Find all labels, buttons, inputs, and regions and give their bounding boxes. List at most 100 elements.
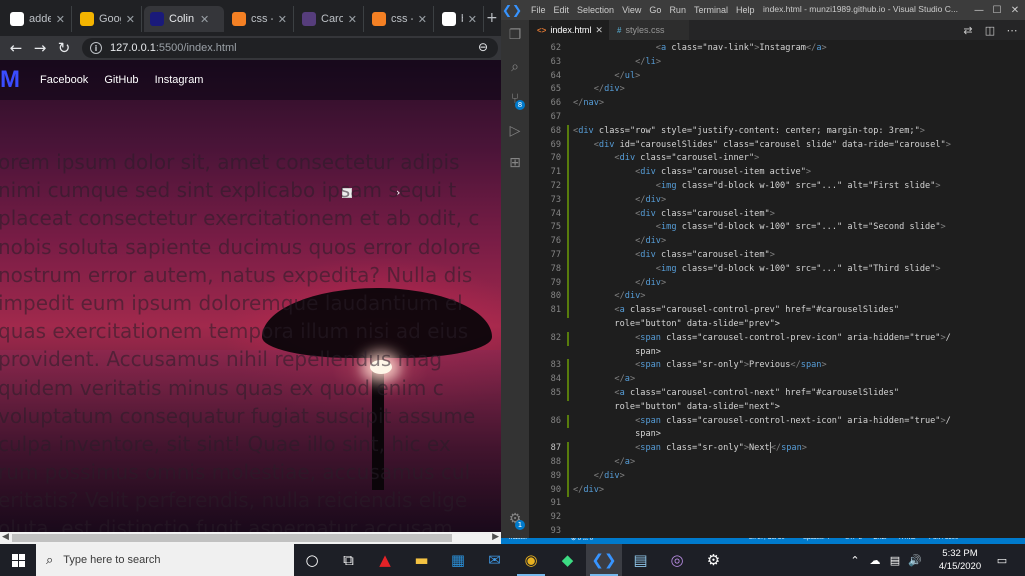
acrobat-icon[interactable]: ▲ bbox=[367, 544, 403, 576]
code-line[interactable]: 63 </li> bbox=[529, 56, 1025, 70]
code-line[interactable]: 86 <span class="carousel-control-next-ic… bbox=[529, 414, 1025, 429]
mail-icon[interactable]: ✉ bbox=[477, 544, 513, 576]
site-info-icon[interactable]: i bbox=[90, 42, 102, 54]
browser-tab[interactable]: css - B ✕ bbox=[226, 6, 294, 32]
code-line[interactable]: 84 </a> bbox=[529, 373, 1025, 387]
code-line[interactable]: 90 </div> bbox=[529, 483, 1025, 498]
nav-link-facebook[interactable]: Facebook bbox=[40, 74, 88, 86]
code-line[interactable]: 85 <a class="carousel-control-next" href… bbox=[529, 387, 1025, 401]
cortana-icon[interactable]: ○ bbox=[294, 544, 330, 576]
back-button[interactable]: ← bbox=[6, 38, 26, 58]
menu-file[interactable]: File bbox=[531, 5, 546, 15]
scrollbar-thumb[interactable] bbox=[12, 534, 452, 542]
code-line[interactable]: role="button" data-slide="prev"> bbox=[529, 318, 1025, 332]
chrome-icon[interactable]: ◉ bbox=[513, 544, 549, 576]
code-line[interactable]: 73 </div> bbox=[529, 193, 1025, 208]
tab-close-icon[interactable]: ✕ bbox=[126, 13, 135, 26]
show-hidden-icons-icon[interactable]: ⌃ bbox=[848, 544, 862, 576]
nav-link-github[interactable]: GitHub bbox=[104, 74, 138, 86]
search-icon[interactable]: ⌕ bbox=[506, 58, 524, 76]
reload-button[interactable]: ↻ bbox=[54, 38, 74, 58]
status-item[interactable]: master* bbox=[509, 538, 530, 541]
tab-index-html[interactable]: <> index.html ✕ bbox=[529, 20, 609, 40]
scroll-right-icon[interactable]: ▶ bbox=[492, 532, 499, 542]
browser-tab[interactable]: Carous ✕ bbox=[296, 6, 364, 32]
code-line[interactable]: 64 </ul> bbox=[529, 70, 1025, 84]
editor-scrollbar[interactable] bbox=[1011, 40, 1025, 538]
code-line[interactable]: 72 <img class="d-block w-100" src="..." … bbox=[529, 180, 1025, 194]
store-icon[interactable]: ▦ bbox=[440, 544, 476, 576]
extensions-icon[interactable]: ⊞ bbox=[506, 154, 524, 172]
status-item[interactable]: Ln 87, Col 50 bbox=[749, 538, 785, 541]
forward-button[interactable]: → bbox=[30, 38, 50, 58]
browser-tab[interactable]: added ✕ bbox=[4, 6, 72, 32]
code-line[interactable]: 80 </div> bbox=[529, 290, 1025, 305]
code-line[interactable]: 70 <div class="carousel-inner"> bbox=[529, 152, 1025, 167]
volume-icon[interactable]: 🔊 bbox=[906, 544, 924, 576]
code-line[interactable]: 93 bbox=[529, 525, 1025, 538]
file-explorer-icon[interactable]: ▬ bbox=[404, 544, 440, 576]
code-line[interactable]: 74 <div class="carousel-item"> bbox=[529, 207, 1025, 222]
code-line[interactable]: 81 <a class="carousel-control-prev" href… bbox=[529, 304, 1025, 318]
android-studio-icon[interactable]: ◆ bbox=[550, 544, 586, 576]
browser-tab[interactable]: boo ✕ bbox=[436, 6, 484, 32]
code-line[interactable]: 67 bbox=[529, 111, 1025, 125]
menu-help[interactable]: Help bbox=[736, 5, 755, 15]
menu-go[interactable]: Go bbox=[649, 5, 661, 15]
code-line[interactable]: 66 </nav> bbox=[529, 97, 1025, 111]
notifications-icon[interactable]: ▭ bbox=[992, 544, 1012, 576]
status-item[interactable]: Port : 5500 bbox=[929, 538, 958, 541]
status-item[interactable]: CRLF bbox=[873, 538, 889, 541]
open-changes-icon[interactable]: ⇄ bbox=[961, 23, 975, 37]
code-line[interactable]: 75 <img class="d-block w-100" src="..." … bbox=[529, 221, 1025, 236]
code-line[interactable]: 82 <span class="carousel-control-prev-ic… bbox=[529, 331, 1025, 346]
code-line[interactable]: 71 <div class="carousel-item active"> bbox=[529, 166, 1025, 180]
horizontal-scrollbar[interactable]: ◀ ▶ bbox=[0, 532, 501, 544]
code-line[interactable]: 78 <img class="d-block w-100" src="..." … bbox=[529, 262, 1025, 277]
browser-tab[interactable]: css - N ✕ bbox=[366, 6, 434, 32]
address-bar[interactable]: i 127.0.0.1:5500/index.html ⊖ bbox=[82, 38, 498, 58]
onedrive-icon[interactable]: ☁ bbox=[866, 544, 884, 576]
run-debug-icon[interactable]: ▷ bbox=[506, 122, 524, 140]
code-line[interactable]: 92 bbox=[529, 511, 1025, 525]
code-line[interactable]: 87 <span class="sr-only">Next</span> bbox=[529, 442, 1025, 456]
code-line[interactable]: 65 </div> bbox=[529, 83, 1025, 97]
code-line[interactable]: 77 <div class="carousel-item"> bbox=[529, 249, 1025, 263]
teams-icon[interactable]: ◎ bbox=[659, 544, 695, 576]
menu-terminal[interactable]: Terminal bbox=[694, 5, 728, 15]
menu-selection[interactable]: Selection bbox=[577, 5, 614, 15]
code-line[interactable]: 89 </div> bbox=[529, 469, 1025, 484]
code-line[interactable]: span> bbox=[529, 428, 1025, 442]
code-line[interactable]: role="button" data-slide="next"> bbox=[529, 401, 1025, 415]
split-editor-icon[interactable]: ◫ bbox=[983, 23, 997, 37]
code-line[interactable]: 68 <div class="row" style="justify-conten… bbox=[529, 124, 1025, 139]
tab-close-icon[interactable]: ✕ bbox=[56, 13, 65, 26]
start-button[interactable] bbox=[0, 544, 36, 576]
browser-tab[interactable]: Colin N ✕ bbox=[144, 6, 224, 32]
minimize-button[interactable]: — bbox=[969, 2, 989, 18]
menu-edit[interactable]: Edit bbox=[554, 5, 570, 15]
tab-close-icon[interactable]: ✕ bbox=[348, 13, 357, 26]
new-tab-button[interactable]: + bbox=[486, 10, 500, 26]
site-logo[interactable]: M bbox=[0, 68, 22, 92]
tab-styles-css[interactable]: # styles.css bbox=[609, 20, 689, 40]
code-line[interactable]: 62 <a class="nav-link">Instagram</a> bbox=[529, 42, 1025, 56]
code-line[interactable]: 69 <div id="carouselSlides" class="carou… bbox=[529, 138, 1025, 153]
code-line[interactable]: 79 </div> bbox=[529, 276, 1025, 291]
code-line[interactable]: 88 </a> bbox=[529, 456, 1025, 470]
menu-view[interactable]: View bbox=[622, 5, 641, 15]
settings-icon[interactable]: ⚙ bbox=[696, 544, 732, 576]
maximize-button[interactable]: ☐ bbox=[987, 2, 1007, 18]
nav-link-instagram[interactable]: Instagram bbox=[155, 74, 204, 86]
more-actions-icon[interactable]: ⋯ bbox=[1005, 23, 1019, 37]
tab-close-icon[interactable]: ✕ bbox=[200, 13, 209, 26]
tab-close-icon[interactable]: ✕ bbox=[278, 13, 287, 26]
network-icon[interactable]: ▤ bbox=[886, 544, 904, 576]
code-editor[interactable]: 62 <a class="nav-link">Instagram</a> 63 <… bbox=[529, 40, 1025, 538]
taskbar-search[interactable]: ⌕ Type here to search bbox=[36, 544, 294, 576]
code-line[interactable]: 83 <span class="sr-only">Previous</span> bbox=[529, 359, 1025, 374]
status-item[interactable]: HTML bbox=[899, 538, 915, 541]
scroll-left-icon[interactable]: ◀ bbox=[2, 532, 9, 542]
code-line[interactable]: 76 </div> bbox=[529, 235, 1025, 249]
notepad-icon[interactable]: ▤ bbox=[623, 544, 659, 576]
